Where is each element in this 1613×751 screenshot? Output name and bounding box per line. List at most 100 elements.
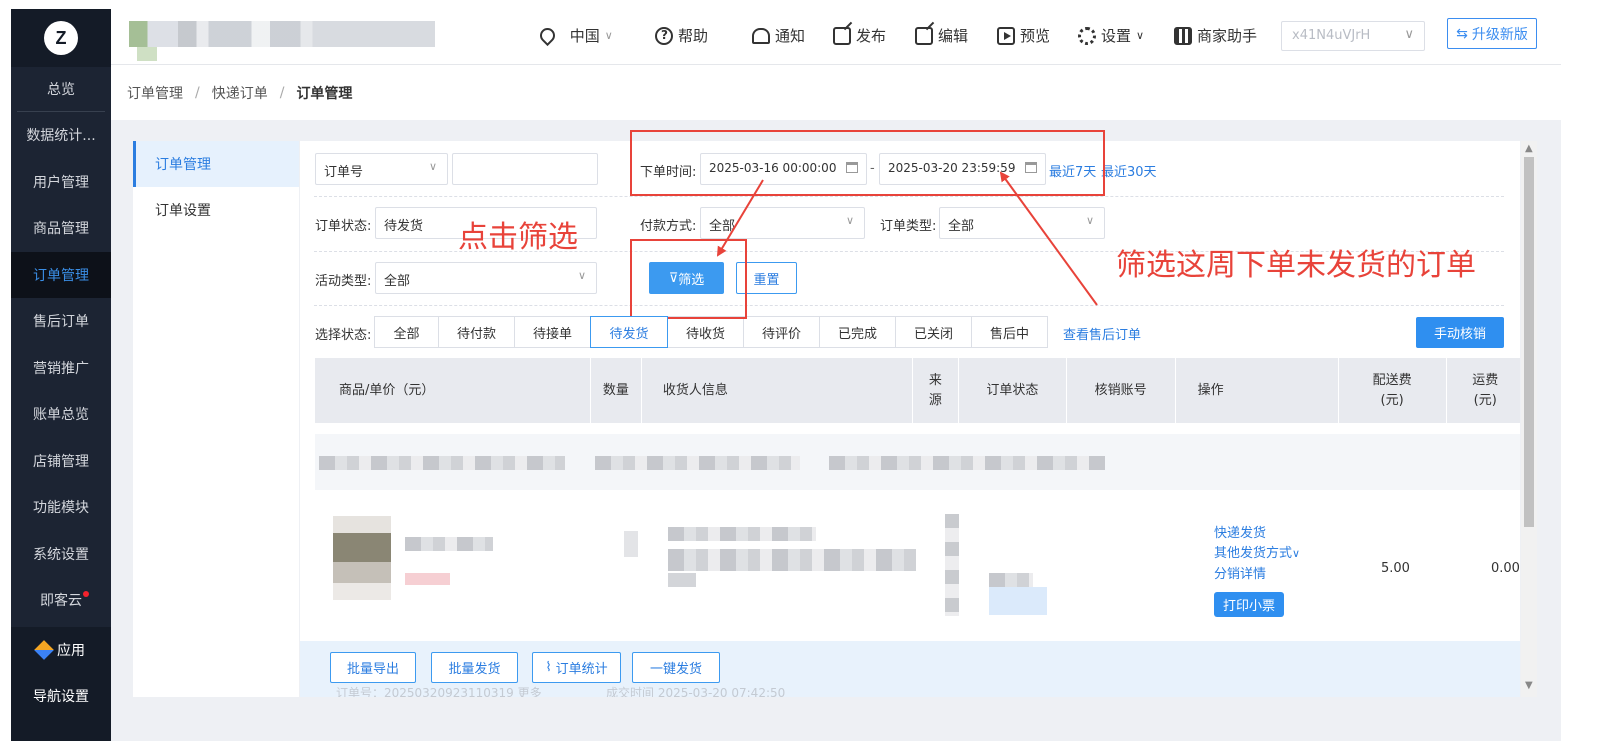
sidebar-item-label: 订单管理 (33, 267, 89, 284)
sidebar-footer: 应用 导航设置 (11, 627, 111, 741)
search-input[interactable] (452, 153, 598, 185)
last-30-days-link[interactable]: 最近30天 (1101, 161, 1157, 180)
chevron-down-icon: ∨ (845, 214, 854, 227)
pay-method-label: 付款方式: (640, 219, 697, 234)
region-selector[interactable]: 中国 ∨ (536, 24, 613, 47)
pay-method-select[interactable]: 全部 ∨ (700, 207, 865, 239)
order-stats-button[interactable]: ⌇ 订单统计 (532, 652, 621, 683)
scrollbar-thumb[interactable] (1524, 157, 1534, 527)
edit-button[interactable]: 编辑 (915, 25, 968, 46)
express-ship-link[interactable]: 快递发货 (1214, 522, 1266, 541)
sidebar-item-products[interactable]: 商品管理 (11, 205, 111, 252)
nav-settings-label: 导航设置 (33, 689, 89, 705)
chevron-down-icon: ∨ (1292, 547, 1301, 560)
vertical-scrollbar[interactable]: ▲ ▼ (1521, 141, 1537, 697)
breadcrumb-item[interactable]: 快递订单 (212, 83, 268, 103)
settings-label: 设置 (1101, 27, 1132, 45)
edit-label: 编辑 (938, 27, 969, 45)
publish-button[interactable]: 发布 (833, 25, 886, 46)
settings-button[interactable]: 设置 ∨ (1078, 25, 1144, 46)
sidebar-item-data-stats[interactable]: 数据统计... (11, 112, 111, 159)
faint-order-number: 订单号：20250320923110319 更多 (336, 686, 542, 697)
view-after-sale-link[interactable]: 查看售后订单 (1063, 324, 1141, 343)
filter-button[interactable]: ⊽ 筛选 (649, 262, 724, 294)
manual-verify-button[interactable]: 手动核销 (1416, 317, 1504, 348)
preview-button[interactable]: 预览 (997, 25, 1050, 46)
submenu-item-order-settings[interactable]: 订单设置 (133, 187, 299, 233)
one-click-ship-button[interactable]: 一键发货 (632, 652, 720, 683)
order-type-select[interactable]: 全部 ∨ (939, 207, 1105, 239)
sidebar-item-users[interactable]: 用户管理 (11, 159, 111, 206)
scroll-up-icon[interactable]: ▲ (1525, 143, 1533, 154)
reset-button[interactable]: 重置 (736, 262, 797, 294)
tab-pending-receipt[interactable]: 待收货 (667, 316, 744, 348)
sidebar-item-orders[interactable]: 订单管理 (11, 251, 111, 298)
sidebar-item-label: 店铺管理 (33, 453, 89, 470)
column-header: 商品/单价（元） (315, 358, 591, 423)
order-time-label: 下单时间: (640, 165, 697, 180)
sidebar-item-system-settings[interactable]: 系统设置 (11, 531, 111, 578)
batch-export-button[interactable]: 批量导出 (330, 652, 416, 683)
tab-all[interactable]: 全部 (374, 316, 439, 348)
tab-pending-shipment[interactable]: 待发货 (590, 316, 668, 348)
sidebar-item-modules[interactable]: 功能模块 (11, 484, 111, 531)
notify-button[interactable]: 通知 (752, 25, 805, 46)
sidebar-item-billing[interactable]: 账单总览 (11, 391, 111, 438)
app-logo[interactable]: Z (11, 9, 111, 67)
bell-icon (752, 27, 770, 44)
apps-button[interactable]: 应用 (11, 627, 111, 673)
account-select[interactable]: x41N4uVJrH ∨ (1281, 21, 1425, 51)
last-7-days-link[interactable]: 最近7天 (1049, 161, 1096, 180)
upgrade-label: 升级新版 (1471, 26, 1528, 43)
help-button[interactable]: ? 帮助 (655, 25, 708, 46)
tab-pending-payment[interactable]: 待付款 (438, 316, 515, 348)
activity-type-select[interactable]: 全部 ∨ (375, 262, 597, 294)
tab-pending-accept[interactable]: 待接单 (514, 316, 591, 348)
nav-settings-button[interactable]: 导航设置 (11, 673, 111, 719)
column-header: 收货人信息 (642, 358, 913, 423)
product-thumbnail-blurred (333, 516, 391, 600)
product-price-blurred (405, 573, 450, 585)
edit-icon (915, 26, 933, 45)
order-management-page: Z 总览 数据统计... 用户管理 商品管理 订单管理 售后订单 营销推广 账单… (0, 0, 1613, 751)
print-receipt-button[interactable]: 打印小票 (1214, 592, 1284, 617)
end-time-picker[interactable]: 2025-03-20 23:59:59 (879, 153, 1046, 185)
column-header: 核销账号 (1067, 358, 1176, 423)
verify-account-blurred (989, 587, 1047, 615)
other-ship-methods-link[interactable]: 其他发货方式∨ (1214, 542, 1300, 561)
tab-pending-review[interactable]: 待评价 (743, 316, 820, 348)
sidebar-item-after-sales[interactable]: 售后订单 (11, 298, 111, 345)
upgrade-button[interactable]: ⇆ 升级新版 (1447, 18, 1537, 49)
sidebar-item-marketing[interactable]: 营销推广 (11, 345, 111, 392)
source-blurred (945, 514, 959, 616)
submenu-item-order-management[interactable]: 订单管理 (133, 141, 299, 187)
product-name-blurred (405, 537, 493, 551)
annotation-click-filter: 点击筛选 (458, 220, 578, 255)
search-type-select[interactable]: 订单号 ∨ (315, 153, 448, 185)
sidebar-item-store[interactable]: 店铺管理 (11, 438, 111, 485)
order-status-value: 待发货 (384, 219, 424, 234)
tab-after-sale[interactable]: 售后中 (971, 316, 1048, 348)
start-time-picker[interactable]: 2025-03-16 00:00:00 (700, 153, 867, 185)
distribution-detail-link[interactable]: 分销详情 (1214, 563, 1266, 582)
breadcrumb-item[interactable]: 订单管理 (127, 83, 183, 103)
order-type-label: 订单类型: (880, 219, 937, 234)
filter-button-label: 筛选 (678, 272, 705, 288)
batch-ship-button[interactable]: 批量发货 (431, 652, 518, 683)
sidebar-item-label: 数据统计... (26, 128, 96, 145)
search-type-value: 订单号 (324, 165, 364, 180)
sidebar-item-jikeyun[interactable]: 即客云 (11, 577, 111, 624)
table-header: 商品/单价（元） 数量 收货人信息 来 源 订单状态 核销账号 操作 配送费 (… (315, 358, 1520, 423)
merchant-helper-button[interactable]: 商家助手 (1174, 25, 1257, 46)
tab-completed[interactable]: 已完成 (819, 316, 896, 348)
breadcrumb-separator: / (195, 85, 200, 101)
order-info-blurred (319, 456, 565, 470)
account-select-value: x41N4uVJrH (1292, 28, 1371, 43)
sidebar-item-overview[interactable]: 总览 (11, 67, 111, 111)
scroll-down-icon[interactable]: ▼ (1525, 680, 1533, 691)
submenu-label: 订单设置 (155, 203, 211, 219)
chevron-down-icon: ∨ (1136, 29, 1145, 42)
order-group-header (315, 434, 1520, 490)
tab-closed[interactable]: 已关闭 (895, 316, 972, 348)
sidebar-item-label: 总览 (47, 82, 75, 98)
